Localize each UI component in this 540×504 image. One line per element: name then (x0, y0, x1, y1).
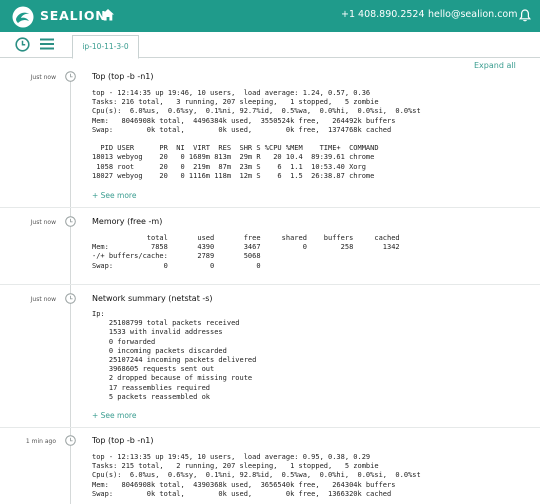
bell-icon[interactable] (519, 9, 531, 22)
toolbar: ip-10-11-3-0 (0, 32, 540, 59)
see-more-link[interactable]: + See more (92, 191, 136, 200)
timeline-clock-icon (65, 435, 76, 446)
entry-divider (0, 284, 540, 285)
entry-divider (0, 427, 540, 428)
entry-time: Just now (30, 74, 56, 81)
brand-name: SEALION (40, 8, 107, 23)
entry-time: Just now (30, 296, 56, 303)
history-clock-icon[interactable] (15, 37, 30, 52)
entry-divider (0, 207, 540, 208)
command-output: Ip: 25108799 total packets received 1533… (92, 310, 257, 401)
timeline-clock-icon (65, 71, 76, 82)
see-more-link[interactable]: + See more (92, 411, 136, 420)
entry-time: Just now (30, 219, 56, 226)
sealion-logo-icon[interactable] (12, 6, 34, 28)
command-output: total used free shared buffers cached Me… (92, 234, 400, 270)
entry-title: Memory (free -m) (92, 217, 163, 226)
top-navbar: SEALION +1 408.890.2524 hello@sealion.co… (0, 0, 540, 32)
entry-title: Top (top -b -n1) (92, 72, 154, 81)
list-menu-icon[interactable] (40, 38, 54, 50)
command-output: top - 12:13:35 up 19:45, 10 users, load … (92, 453, 421, 498)
entry-time: 1 min ago (25, 438, 56, 445)
home-icon[interactable] (101, 8, 115, 22)
contact-email-link[interactable]: hello@sealion.com (428, 9, 518, 20)
timeline-clock-icon (65, 293, 76, 304)
phone-number: +1 408.890.2524 (341, 9, 425, 20)
entry-title: Network summary (netstat -s) (92, 294, 213, 303)
entry-title: Top (top -b -n1) (92, 436, 154, 445)
command-output: top - 12:14:35 up 19:46, 10 users, load … (92, 89, 421, 180)
expand-all-link[interactable]: Expand all (474, 61, 516, 70)
timeline-clock-icon (65, 216, 76, 227)
tab-server[interactable]: ip-10-11-3-0 (72, 35, 139, 59)
